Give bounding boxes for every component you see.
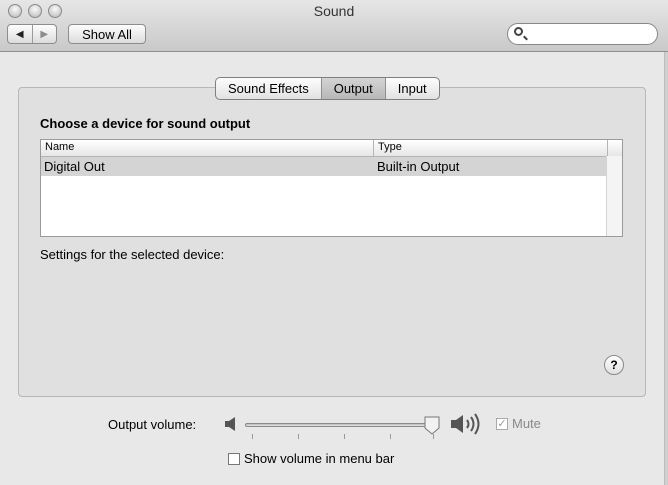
tab-sound-effects[interactable]: Sound Effects	[216, 78, 321, 99]
title-bar: Sound ◀ ▶ Show All	[0, 0, 668, 52]
show-volume-checkbox[interactable]: Show volume in menu bar	[228, 451, 394, 466]
table-row[interactable]: Digital Out Built-in Output	[41, 157, 608, 176]
output-volume-label: Output volume:	[108, 417, 197, 432]
device-table[interactable]: Name Type Digital Out Built-in Output	[40, 139, 623, 237]
column-header-name[interactable]: Name	[45, 141, 74, 153]
volume-slider-thumb[interactable]	[424, 416, 440, 435]
column-divider	[373, 140, 374, 156]
table-scrollbar[interactable]	[606, 156, 622, 236]
tab-bar: Sound Effects Output Input	[215, 77, 440, 100]
back-forward-control: ◀ ▶	[7, 24, 57, 44]
help-icon: ?	[610, 358, 618, 372]
help-button[interactable]: ?	[604, 355, 624, 375]
mute-label: Mute	[512, 416, 541, 431]
back-button[interactable]: ◀	[8, 25, 32, 43]
window-title: Sound	[313, 3, 355, 19]
table-header: Name Type	[41, 140, 622, 157]
speaker-low-icon	[225, 417, 235, 431]
show-all-button[interactable]: Show All	[68, 24, 146, 44]
volume-slider-track[interactable]	[245, 423, 437, 427]
slider-tick	[252, 434, 253, 439]
search-icon	[514, 27, 523, 36]
mute-checkmark-icon: ✓	[496, 417, 508, 430]
slider-tick	[344, 434, 345, 439]
device-type-cell: Built-in Output	[377, 159, 460, 174]
settings-label: Settings for the selected device:	[40, 247, 225, 262]
forward-button[interactable]: ▶	[31, 25, 57, 43]
search-field[interactable]	[507, 23, 658, 45]
speaker-high-icon	[451, 413, 480, 435]
output-panel	[18, 87, 646, 397]
tab-input[interactable]: Input	[384, 78, 439, 99]
device-name-cell: Digital Out	[44, 159, 105, 174]
show-volume-label: Show volume in menu bar	[244, 451, 395, 466]
column-header-type[interactable]: Type	[378, 141, 402, 153]
checkbox-box	[228, 452, 240, 465]
tab-output[interactable]: Output	[320, 78, 385, 99]
slider-tick	[298, 434, 299, 439]
window-edge	[664, 52, 668, 485]
slider-tick	[390, 434, 391, 439]
mute-checkbox[interactable]: ✓ Mute	[496, 416, 541, 431]
output-heading: Choose a device for sound output	[40, 116, 251, 131]
column-divider	[607, 140, 608, 156]
